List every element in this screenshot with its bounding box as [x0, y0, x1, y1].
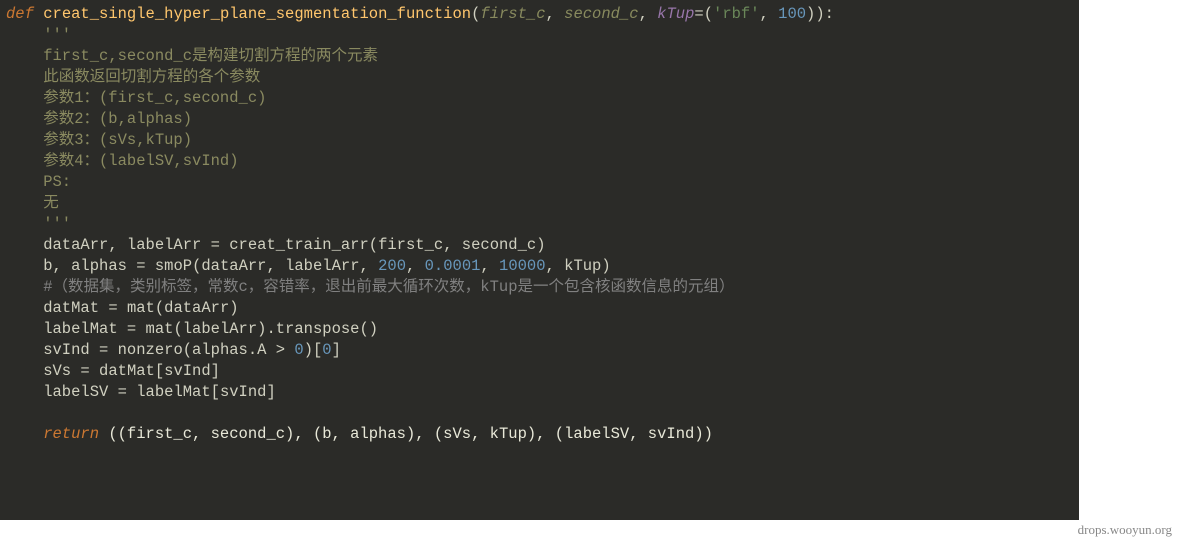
text: (	[704, 5, 713, 23]
code-text: creat_train_arr(first_c, second_c)	[220, 236, 546, 254]
text: ,	[760, 5, 779, 23]
code-block: def creat_single_hyper_plane_segmentatio…	[0, 0, 1079, 520]
docstring-line: 参数2：(b,alphas)	[6, 110, 192, 128]
text: =	[118, 383, 127, 401]
text: =	[136, 257, 145, 275]
param-first-c: first_c	[480, 5, 545, 23]
docstring-line: 此函数返回切割方程的各个参数	[6, 68, 260, 86]
docstring-line: 无	[6, 194, 59, 212]
comment-line: #（数据集，类别标签，常数c，容错率，退出前最大循环次数，kTup是一个包含核函…	[6, 278, 735, 296]
code-text: smoP	[146, 257, 193, 275]
code-text: b, alphas	[6, 257, 136, 275]
code-text: labelMat[svInd]	[127, 383, 276, 401]
text: (	[471, 5, 480, 23]
docstring-close: '''	[6, 215, 71, 233]
text: ):	[815, 5, 834, 23]
text: =	[108, 299, 117, 317]
text: ,	[546, 5, 565, 23]
number: 0	[322, 341, 331, 359]
text: ,	[480, 257, 499, 275]
text: =	[211, 236, 220, 254]
code-text: mat(dataArr)	[118, 299, 239, 317]
docstring-line: 参数1：(first_c,second_c)	[6, 89, 266, 107]
text: )[	[304, 341, 323, 359]
keyword-def: def	[6, 5, 34, 23]
text: =	[694, 5, 703, 23]
docstring-line: PS:	[6, 173, 71, 191]
return-expr: ((first_c, second_c), (b, alphas), (sVs,…	[99, 425, 713, 443]
function-name: creat_single_hyper_plane_segmentation_fu…	[43, 5, 471, 23]
text: >	[276, 341, 285, 359]
docstring-line: 参数3：(sVs,kTup)	[6, 131, 192, 149]
keyword-return: return	[6, 425, 99, 443]
code-text: mat(labelArr).transpose()	[136, 320, 378, 338]
number: 10000	[499, 257, 546, 275]
number: 0.0001	[425, 257, 481, 275]
code-text: dataArr, labelArr	[6, 236, 211, 254]
code-text: (dataArr, labelArr,	[192, 257, 378, 275]
param-second-c: second_c	[564, 5, 638, 23]
code-text: datMat	[6, 299, 108, 317]
number: 200	[378, 257, 406, 275]
code-text: datMat[svInd]	[90, 362, 220, 380]
text: , kTup)	[546, 257, 611, 275]
text: ]	[332, 341, 341, 359]
code-text: labelSV	[6, 383, 118, 401]
string-rbf: 'rbf'	[713, 5, 760, 23]
text: )	[806, 5, 815, 23]
docstring-line: first_c,second_c是构建切割方程的两个元素	[6, 47, 378, 65]
param-ktup: kTup	[657, 5, 694, 23]
docstring-open: '''	[6, 26, 71, 44]
code-text: nonzero(alphas.A	[108, 341, 275, 359]
watermark-text: drops.wooyun.org	[1078, 522, 1172, 538]
code-text: svInd	[6, 341, 99, 359]
number: 0	[285, 341, 304, 359]
text: ,	[639, 5, 658, 23]
text: =	[127, 320, 136, 338]
text: ,	[406, 257, 425, 275]
docstring-line: 参数4：(labelSV,svInd)	[6, 152, 239, 170]
text: =	[80, 362, 89, 380]
number-100: 100	[778, 5, 806, 23]
code-text: sVs	[6, 362, 80, 380]
code-text: labelMat	[6, 320, 127, 338]
text: =	[99, 341, 108, 359]
